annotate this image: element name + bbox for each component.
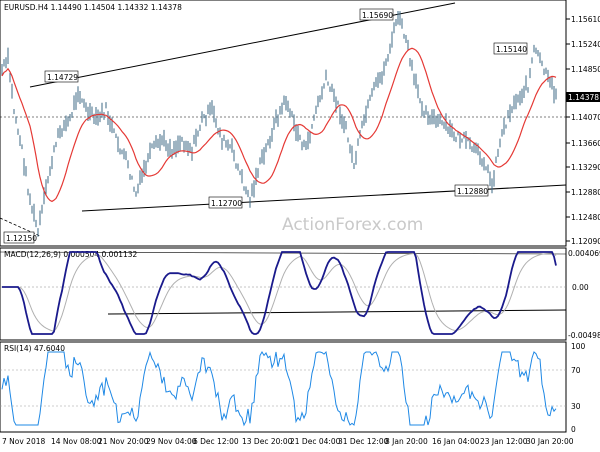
time-tick: 21 Dec 04:00 [290,437,341,446]
current-price-marker: 1.14378 [566,92,600,102]
annotation-right-low: 1.12880 [454,184,489,197]
price-tick: 1.15240 [571,40,600,49]
time-tick: 30 Jan 20:00 [526,437,574,446]
annotation-text: 1.12880 [457,187,488,196]
annotation-right-high: 1.15140 [493,42,528,55]
annotation-text: 1.15690 [362,11,393,20]
annotation-high: 1.15690 [359,8,394,21]
time-tick: 8 Jan 20:00 [385,437,428,446]
time-axis: 7 Nov 2018 14 Nov 08:00 21 Nov 20:00 29 … [2,437,574,446]
annotation-left-high: 1.14729 [44,70,79,83]
annotation-text: 1.12700 [211,199,242,208]
annotation-text: 1.15140 [496,45,527,54]
time-tick: 14 Nov 08:00 [51,437,102,446]
watermark: ActionForex.com [282,215,423,235]
price-tick: 1.12880 [571,188,600,197]
time-tick: 6 Dec 12:00 [193,437,239,446]
time-tick: 29 Nov 04:00 [146,437,197,446]
rsi-tick: 70 [571,366,581,375]
rsi-tick: 0 [571,425,576,434]
annotation-mid-low: 1.12700 [208,196,243,209]
chart-canvas[interactable]: EURUSD.H4 1.14490 1.14504 1.14332 1.1437… [0,0,600,450]
rsi-tick: 100 [571,342,586,351]
macd-tick: 0.004069 [568,249,600,258]
annotation-left-low: 1.12150 [3,231,37,244]
macd-pane[interactable] [0,247,567,341]
annotation-text: 1.14729 [47,73,78,82]
macd-tick: -0.004981 [568,331,600,340]
price-tick: 1.12480 [571,213,600,222]
price-axis: 1.15610 1.15240 1.14850 1.14070 1.13660 … [566,15,600,246]
price-tick: 1.14850 [571,65,600,74]
time-tick: 13 Dec 20:00 [242,437,293,446]
price-tick: 1.13660 [571,139,600,148]
price-tick: 1.14070 [571,113,600,122]
time-tick: 16 Jan 04:00 [432,437,480,446]
rsi-tick: 30 [571,402,581,411]
time-tick: 31 Dec 12:00 [338,437,389,446]
symbol-header: EURUSD.H4 1.14490 1.14504 1.14332 1.1437… [4,3,182,12]
price-tick: 1.13290 [571,163,600,172]
rsi-axis: 100 70 30 0 [571,342,586,434]
macd-tick: 0.00 [572,283,589,292]
macd-axis: 0.004069 0.00 -0.004981 [568,249,600,340]
time-tick: 23 Jan 12:00 [480,437,528,446]
annotation-text: 1.12150 [6,234,37,243]
time-tick: 21 Nov 20:00 [98,437,149,446]
current-price-text: 1.14378 [568,93,599,102]
time-tick: 7 Nov 2018 [2,437,45,446]
price-tick: 1.12090 [571,237,600,246]
price-tick: 1.15610 [571,15,600,24]
